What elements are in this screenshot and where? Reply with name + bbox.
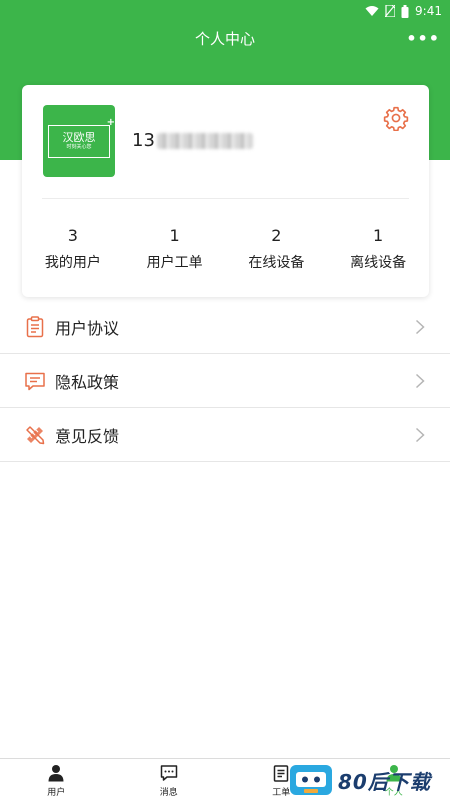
message-icon (25, 372, 45, 390)
stat-value: 1 (373, 226, 384, 245)
person-icon (48, 765, 64, 782)
menu-label: 隐私政策 (55, 372, 120, 392)
menu-item-user-agreement[interactable]: 用户协议 (0, 300, 450, 354)
menu-item-feedback[interactable]: 意见反馈 (0, 408, 450, 462)
stats-row: 3 我的用户 1 用户工单 2 在线设备 1 离线设备 (22, 225, 429, 272)
menu-label: 意见反馈 (55, 426, 120, 446)
clipboard-icon (26, 315, 44, 337)
settings-gear-icon[interactable] (383, 105, 409, 131)
chevron-right-icon (415, 319, 425, 335)
profile-card: + 汉欧思 时刻关心您 13 3 我的用户 1 用户工单 2 在线设备 1 离线… (22, 85, 429, 297)
wifi-icon (365, 6, 379, 16)
stat-label: 在线设备 (248, 255, 305, 271)
phone-redacted (156, 132, 253, 149)
clipboard-icon (274, 765, 289, 782)
tab-label: 用户 (47, 788, 66, 798)
company-logo: + 汉欧思 时刻关心您 (43, 105, 115, 177)
tab-users[interactable]: 用户 (0, 759, 113, 800)
menu-item-privacy-policy[interactable]: 隐私政策 (0, 354, 450, 408)
logo-frame: + 汉欧思 时刻关心您 (48, 117, 115, 158)
stat-value: 3 (67, 226, 78, 245)
stat-online-devices[interactable]: 2 在线设备 (226, 225, 328, 272)
logo-main-text: 汉欧思 (62, 130, 96, 144)
chat-icon (160, 765, 177, 781)
chevron-right-icon (415, 427, 425, 443)
battery-icon (401, 4, 409, 18)
stat-value: 2 (271, 226, 282, 245)
tab-label: 工单 (272, 788, 291, 798)
stat-label: 离线设备 (350, 255, 407, 271)
stat-label: 用户工单 (146, 255, 203, 271)
pencil-ruler-icon (26, 425, 45, 444)
watermark: 80后下载 (290, 760, 450, 800)
stat-value: 1 (169, 226, 180, 245)
stat-offline-devices[interactable]: 1 离线设备 (327, 225, 429, 272)
logo-plus: + (106, 116, 115, 128)
chevron-right-icon (415, 373, 425, 389)
stat-label: 我的用户 (44, 255, 101, 271)
menu-label: 用户协议 (55, 318, 120, 338)
card-divider (42, 198, 409, 199)
no-sim-icon (385, 5, 396, 17)
tab-messages[interactable]: 消息 (113, 759, 226, 800)
phone-prefix: 13 (132, 130, 155, 151)
personal-center-screen: 9:41 个人中心 ••• + 汉欧思 时刻关心您 13 3 我的用户 1 用户… (0, 0, 450, 800)
watermark-robot-icon (290, 765, 332, 795)
stat-user-tickets[interactable]: 1 用户工单 (124, 225, 226, 272)
page-title: 个人中心 (194, 29, 255, 48)
watermark-text: 80后下载 (338, 769, 431, 794)
settings-menu: 用户协议 隐私政策 意见反馈 (0, 300, 450, 462)
status-time: 9:41 (415, 4, 442, 18)
status-bar: 9:41 (0, 0, 450, 22)
tab-label: 消息 (159, 788, 178, 798)
more-button[interactable]: ••• (406, 22, 440, 54)
stat-my-users[interactable]: 3 我的用户 (22, 225, 124, 272)
logo-sub-text: 时刻关心您 (66, 143, 92, 150)
phone-number: 13 (132, 130, 253, 151)
